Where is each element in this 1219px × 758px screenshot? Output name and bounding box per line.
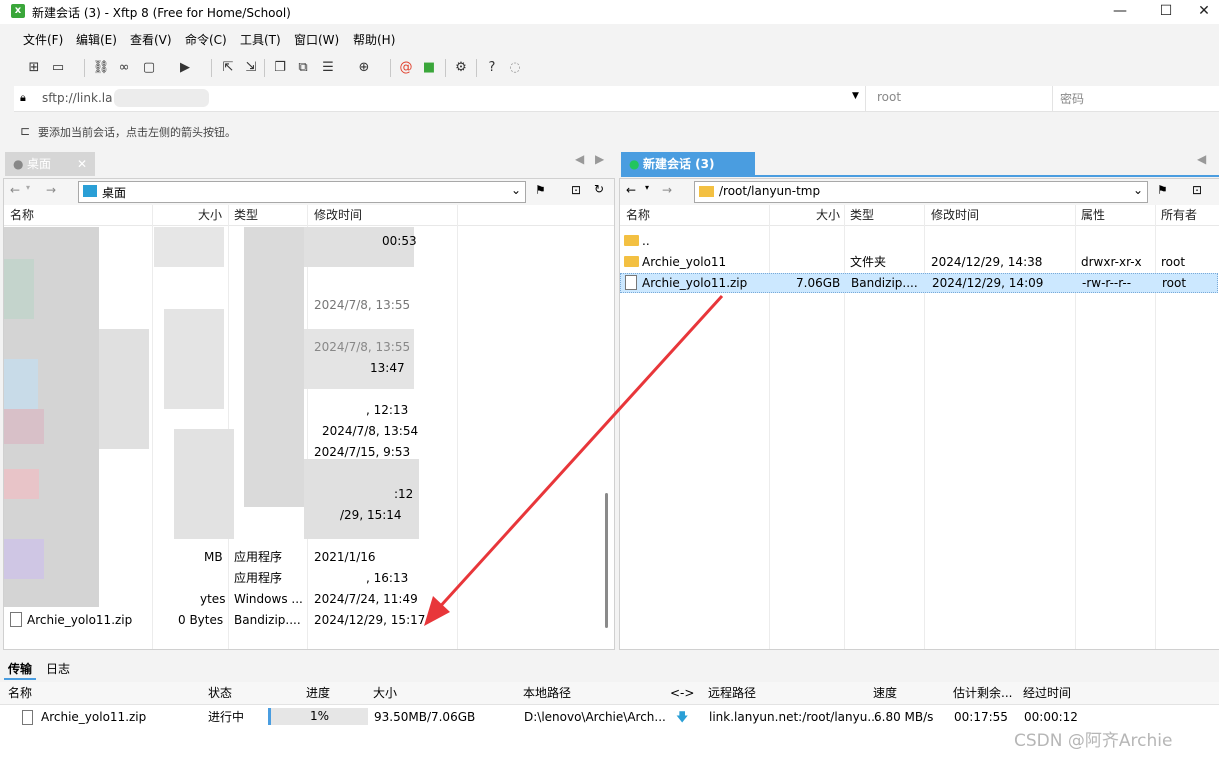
annotation-arrow (424, 294, 724, 626)
col-direction[interactable]: <-> (670, 682, 694, 704)
progress-text: 1% (310, 709, 330, 723)
table-row[interactable]: Archie_yolo11.zip 进行中 1% 93.50MB/7.06GB … (0, 706, 1219, 728)
col-size[interactable]: 大小 (373, 682, 397, 704)
transfer-local-path: D:\lenovo\Archie\Arch... (524, 710, 666, 724)
transfer-eta: 00:17:55 (954, 710, 1008, 724)
watermark: CSDN @阿齐Archie (1014, 731, 1173, 751)
tab-transfer[interactable]: 传输 (8, 660, 32, 677)
transfer-list: 名称 状态 进度 大小 本地路径 <-> 远程路径 速度 估计剩余... 经过时… (0, 682, 1219, 758)
tab-log[interactable]: 日志 (46, 660, 70, 677)
col-remote-path[interactable]: 远程路径 (708, 682, 756, 704)
col-progress[interactable]: 进度 (306, 682, 330, 704)
transfer-header: 名称 状态 进度 大小 本地路径 <-> 远程路径 速度 估计剩余... 经过时… (0, 682, 1219, 705)
col-status[interactable]: 状态 (208, 682, 232, 704)
transfer-size: 93.50MB/7.06GB (374, 710, 476, 724)
transfer-status: 进行中 (208, 710, 245, 724)
col-name[interactable]: 名称 (8, 682, 32, 704)
col-local-path[interactable]: 本地路径 (523, 682, 571, 704)
progress-fill (270, 708, 271, 725)
bottom-tab-strip: 传输 日志 (0, 655, 1219, 681)
progress-bar: 1% (268, 708, 368, 725)
transfer-name: Archie_yolo11.zip (41, 710, 147, 724)
transfer-remote-path: link.lanyun.net:/root/lanyu... (709, 710, 879, 724)
download-arrow-icon: 🡇 (676, 710, 689, 724)
transfer-elapsed: 00:00:12 (1024, 710, 1078, 724)
file-icon (22, 710, 33, 725)
col-elapsed[interactable]: 经过时间 (1023, 682, 1071, 704)
transfer-speed: 6.80 MB/s (874, 710, 934, 724)
col-speed[interactable]: 速度 (873, 682, 897, 704)
col-eta[interactable]: 估计剩余... (953, 682, 1012, 704)
